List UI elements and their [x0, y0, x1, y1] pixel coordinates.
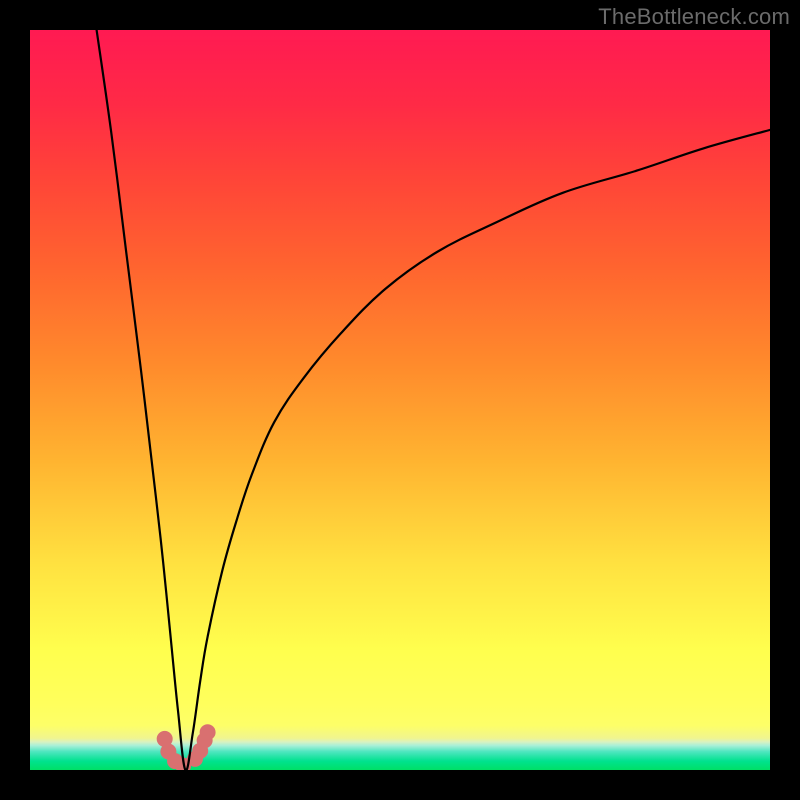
plot-area: [30, 30, 770, 770]
bottleneck-curve: [97, 30, 770, 770]
curve-layer: [30, 30, 770, 770]
marker-group: [157, 724, 216, 770]
curve-marker: [200, 724, 216, 740]
chart-outer-frame: TheBottleneck.com: [0, 0, 800, 800]
watermark-text: TheBottleneck.com: [598, 4, 790, 30]
